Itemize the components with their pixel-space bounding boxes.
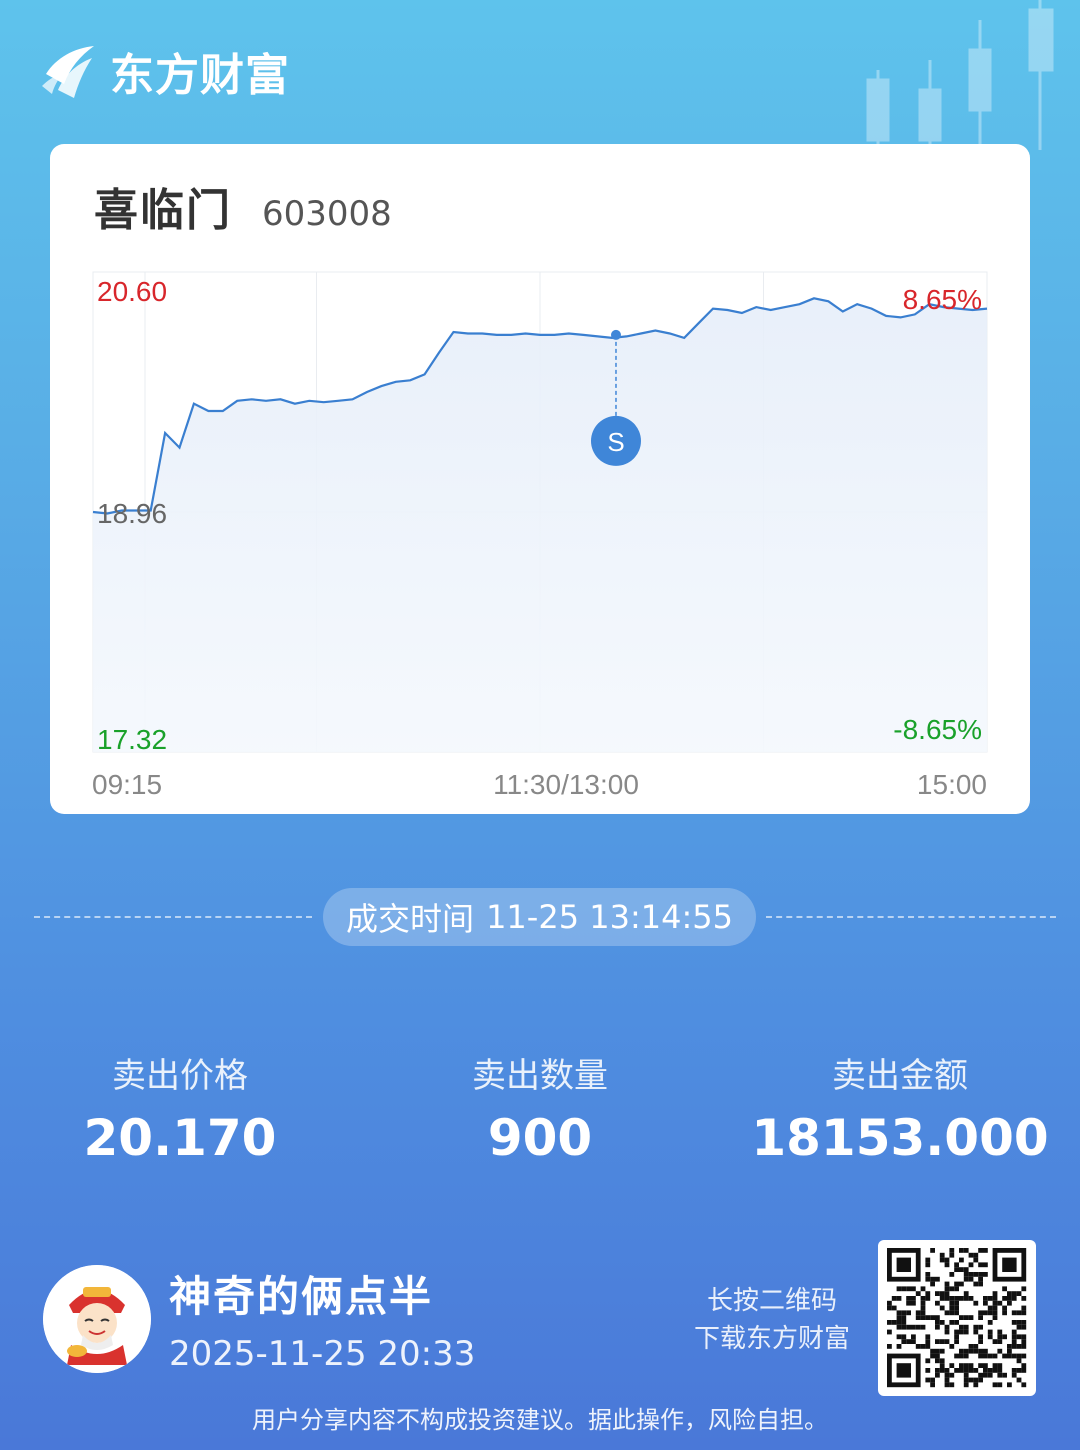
divider-left: [34, 916, 312, 918]
stat-value: 20.170: [83, 1109, 277, 1167]
qr-hint-line2: 下载东方财富: [693, 1324, 850, 1354]
trade-time-label: 成交时间: [346, 900, 475, 938]
user-info: 神奇的俩点半 2025-11-25 20:33: [169, 1263, 475, 1374]
trade-time-pill: 成交时间 11-25 13:14:55: [323, 888, 756, 946]
y-low-label: 17.32: [97, 724, 167, 755]
stock-chart-card: 喜临门 603008 S 20.60 18.96 17.32 8.65% -8.…: [50, 144, 1030, 814]
intraday-chart: S 20.60 18.96 17.32 8.65% -8.65% 09:15 1…: [92, 271, 988, 800]
y-mid-label: 18.96: [97, 498, 167, 529]
share-time: 2025-11-25 20:33: [169, 1334, 476, 1374]
user-block: 神奇的俩点半 2025-11-25 20:33: [43, 1263, 475, 1374]
candlestick-decoration-icon: [866, 0, 1054, 150]
pct-high-label: 8.65%: [903, 284, 982, 315]
qr-code-icon[interactable]: [878, 1240, 1036, 1396]
stat-value: 900: [487, 1109, 593, 1167]
brand-name: 东方财富: [110, 50, 290, 101]
disclaimer-text: 用户分享内容不构成投资建议。据此操作，风险自担。: [252, 1406, 828, 1434]
qr-hint-line1: 长按二维码: [706, 1286, 837, 1316]
price-area: [93, 298, 987, 752]
brand-header: 东方财富: [40, 38, 290, 104]
stat-label: 卖出价格: [112, 1056, 248, 1096]
sell-marker-label: S: [607, 427, 624, 457]
x-label-open: 09:15: [92, 769, 162, 800]
stat-sell-quantity: 卖出数量 900: [360, 1048, 720, 1167]
y-high-label: 20.60: [97, 276, 167, 307]
divider-right: [766, 916, 1056, 918]
x-label-midday: 11:30/13:00: [493, 769, 639, 800]
x-label-close: 15:00: [917, 769, 987, 800]
stat-sell-price: 卖出价格 20.170: [0, 1048, 360, 1167]
stat-value: 18153.000: [751, 1109, 1049, 1167]
stat-label: 卖出金额: [832, 1056, 968, 1096]
trade-time-bar: 成交时间 11-25 13:14:55: [0, 888, 1080, 946]
qr-hint: 长按二维码 下载东方财富: [694, 1282, 850, 1358]
stat-label: 卖出数量: [472, 1056, 608, 1096]
pct-low-label: -8.65%: [893, 714, 982, 745]
trade-time-value: 11-25 13:14:55: [486, 898, 733, 936]
stat-sell-amount: 卖出金额 18153.000: [720, 1048, 1080, 1167]
caishen-avatar-icon[interactable]: [43, 1264, 151, 1373]
user-name: 神奇的俩点半: [169, 1272, 434, 1321]
eastmoney-logo-icon: [42, 46, 94, 98]
